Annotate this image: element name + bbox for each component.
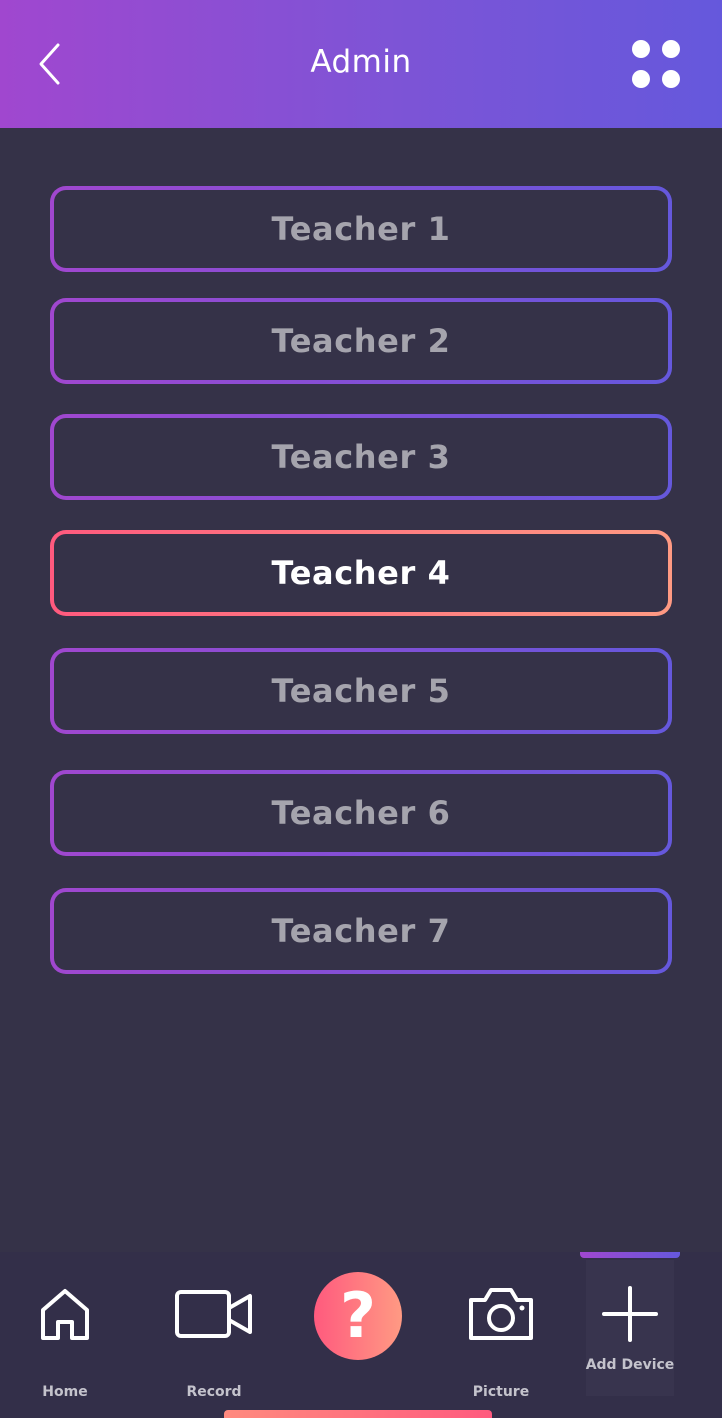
home-icon xyxy=(41,1289,89,1340)
tab-record-label: Record xyxy=(186,1384,242,1400)
teacher-label: Teacher 5 xyxy=(271,672,451,710)
home-indicator xyxy=(224,1410,492,1418)
teacher-label: Teacher 1 xyxy=(271,210,451,248)
tab-home-label: Home xyxy=(42,1384,88,1400)
tab-picture[interactable]: Picture xyxy=(441,1280,561,1400)
tab-add-device-label: Add Device xyxy=(585,1357,675,1373)
teacher-label: Teacher 4 xyxy=(271,554,451,592)
teacher-label: Teacher 2 xyxy=(271,322,451,360)
help-icon: ? xyxy=(340,1279,376,1352)
tab-add-device[interactable]: Add Device xyxy=(586,1260,674,1396)
grid-dots-icon xyxy=(632,40,650,58)
camera-icon xyxy=(469,1288,533,1340)
plus-icon xyxy=(602,1286,658,1342)
tab-home[interactable]: Home xyxy=(5,1280,125,1400)
grid-menu-button[interactable] xyxy=(626,36,686,92)
tab-record[interactable]: Record xyxy=(154,1280,274,1400)
tab-picture-label: Picture xyxy=(472,1384,530,1400)
teacher-label: Teacher 7 xyxy=(271,912,451,950)
page-title: Admin xyxy=(310,44,412,80)
video-camera-icon xyxy=(175,1290,252,1338)
teacher-item-3[interactable]: Teacher 3 xyxy=(50,414,672,500)
app-header: Admin xyxy=(0,0,722,128)
teacher-label: Teacher 3 xyxy=(271,438,451,476)
active-tab-indicator xyxy=(580,1252,680,1258)
teacher-item-4[interactable]: Teacher 4 xyxy=(50,530,672,616)
teacher-item-2[interactable]: Teacher 2 xyxy=(50,298,672,384)
teacher-item-6[interactable]: Teacher 6 xyxy=(50,770,672,856)
teacher-item-5[interactable]: Teacher 5 xyxy=(50,648,672,734)
help-button[interactable]: ? xyxy=(314,1272,402,1360)
teacher-item-1[interactable]: Teacher 1 xyxy=(50,186,672,272)
teacher-label: Teacher 6 xyxy=(271,794,451,832)
teacher-item-7[interactable]: Teacher 7 xyxy=(50,888,672,974)
bottom-tab-bar: Home Record ? Picture Add Device xyxy=(0,1252,722,1418)
